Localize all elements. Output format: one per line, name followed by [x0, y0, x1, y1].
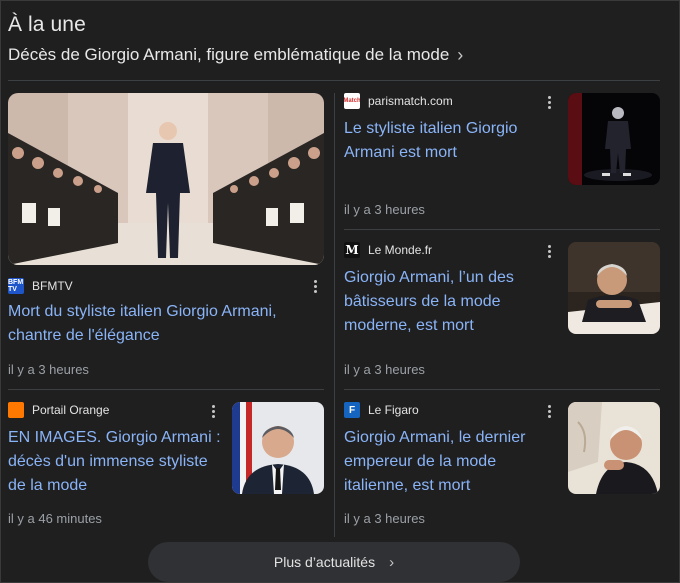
article-time: il y a 3 heures [8, 362, 89, 377]
article-headline[interactable]: Giorgio Armani, l’un des bâtisseurs de l… [344, 266, 549, 338]
more-news-button[interactable]: Plus d’actualités › [148, 542, 520, 582]
more-news-label: Plus d’actualités [273, 554, 376, 570]
article-source: Match parismatch.com [344, 93, 453, 109]
chevron-right-icon: › [457, 45, 464, 65]
topic-title: Décès de Giorgio Armani, figure emblémat… [8, 45, 450, 64]
more-options-icon[interactable] [207, 402, 219, 420]
more-options-icon[interactable] [543, 402, 555, 420]
source-name: Le Figaro [368, 403, 419, 417]
source-name: Le Monde.fr [368, 243, 433, 257]
article-time: il y a 46 minutes [8, 511, 102, 526]
source-name: Portail Orange [32, 403, 110, 417]
article-headline[interactable]: Le styliste italien Giorgio Armani est m… [344, 117, 549, 165]
article-headline[interactable]: Giorgio Armani, le dernier empereur de l… [344, 426, 549, 498]
article-source: F Le Figaro [344, 402, 419, 418]
column-divider [334, 93, 335, 537]
article-time: il y a 3 heures [344, 511, 425, 526]
thumbnail-armani-portrait[interactable] [568, 242, 660, 334]
lefigaro-logo-icon: F [344, 402, 360, 418]
article-source: BFM TV BFMTV [8, 278, 73, 294]
article-source: Portail Orange [8, 402, 109, 418]
bfmtv-logo-icon: BFM TV [8, 278, 24, 294]
article-time: il y a 3 heures [344, 202, 425, 217]
right-row-divider-1 [344, 229, 660, 230]
more-options-icon[interactable] [543, 93, 555, 111]
parismatch-logo-icon: Match [344, 93, 360, 109]
right-row-divider-2 [344, 389, 660, 390]
more-options-icon[interactable] [543, 242, 555, 260]
orange-logo-icon [8, 402, 24, 418]
source-name: parismatch.com [368, 94, 453, 108]
article-source: M Le Monde.fr [344, 242, 432, 258]
article-time: il y a 3 heures [344, 362, 425, 377]
thumbnail-politician[interactable] [232, 402, 324, 494]
thumbnail-armani-stage[interactable] [568, 93, 660, 185]
source-name: BFMTV [32, 279, 73, 293]
article-headline[interactable]: Mort du styliste italien Giorgio Armani,… [8, 300, 308, 348]
thumbnail-runway[interactable] [8, 93, 324, 265]
chevron-right-icon: › [389, 553, 395, 571]
topic-link[interactable]: Décès de Giorgio Armani, figure emblémat… [8, 45, 463, 65]
left-row-divider [8, 389, 324, 390]
article-headline[interactable]: EN IMAGES. Giorgio Armani : décès d'un i… [8, 426, 226, 498]
thumbnail-armani-closeup[interactable] [568, 402, 660, 494]
lemonde-logo-icon: M [344, 242, 360, 258]
more-options-icon[interactable] [309, 277, 321, 295]
top-divider [8, 80, 660, 81]
section-title: À la une [8, 13, 86, 36]
